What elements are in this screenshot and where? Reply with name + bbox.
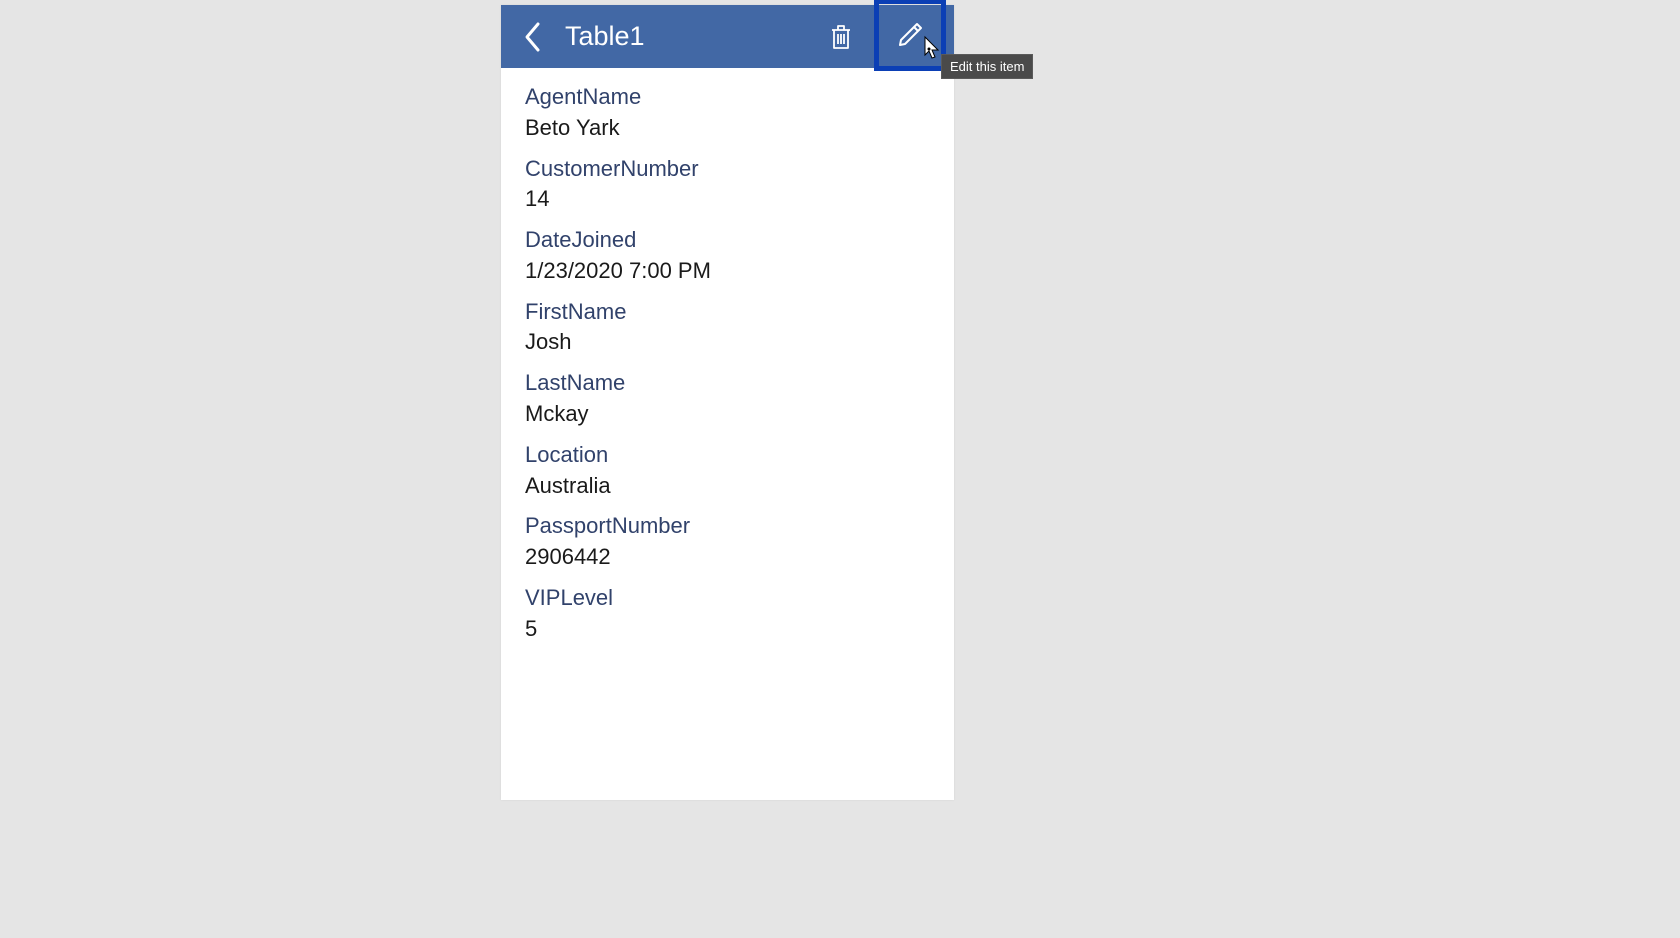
- field-viplevel: VIPLevel 5: [525, 583, 930, 645]
- field-label: FirstName: [525, 297, 930, 327]
- field-label: VIPLevel: [525, 583, 930, 613]
- field-customernumber: CustomerNumber 14: [525, 154, 930, 216]
- field-value: Australia: [525, 470, 930, 502]
- edit-button[interactable]: [874, 0, 946, 71]
- field-label: CustomerNumber: [525, 154, 930, 184]
- delete-button[interactable]: [814, 10, 868, 64]
- field-label: LastName: [525, 368, 930, 398]
- pencil-icon: [895, 20, 925, 50]
- field-label: AgentName: [525, 82, 930, 112]
- trash-icon: [827, 23, 855, 51]
- field-value: 14: [525, 183, 930, 215]
- field-agentname: AgentName Beto Yark: [525, 82, 930, 144]
- field-value: Mckay: [525, 398, 930, 430]
- field-lastname: LastName Mckay: [525, 368, 930, 430]
- chevron-left-icon: [523, 21, 543, 53]
- field-value: 1/23/2020 7:00 PM: [525, 255, 930, 287]
- fields-list: AgentName Beto Yark CustomerNumber 14 Da…: [501, 68, 954, 645]
- field-value: Josh: [525, 326, 930, 358]
- header-bar: Table1: [501, 5, 954, 68]
- field-location: Location Australia: [525, 440, 930, 502]
- back-button[interactable]: [501, 5, 565, 68]
- field-value: Beto Yark: [525, 112, 930, 144]
- header-actions: [814, 5, 946, 68]
- field-label: PassportNumber: [525, 511, 930, 541]
- page-title: Table1: [565, 21, 645, 52]
- detail-screen: Table1 AgentName Beto Yark CustomerNumbe…: [501, 5, 954, 800]
- field-firstname: FirstName Josh: [525, 297, 930, 359]
- field-passportnumber: PassportNumber 2906442: [525, 511, 930, 573]
- field-value: 5: [525, 613, 930, 645]
- field-label: Location: [525, 440, 930, 470]
- edit-tooltip: Edit this item: [941, 54, 1033, 79]
- field-datejoined: DateJoined 1/23/2020 7:00 PM: [525, 225, 930, 287]
- field-value: 2906442: [525, 541, 930, 573]
- field-label: DateJoined: [525, 225, 930, 255]
